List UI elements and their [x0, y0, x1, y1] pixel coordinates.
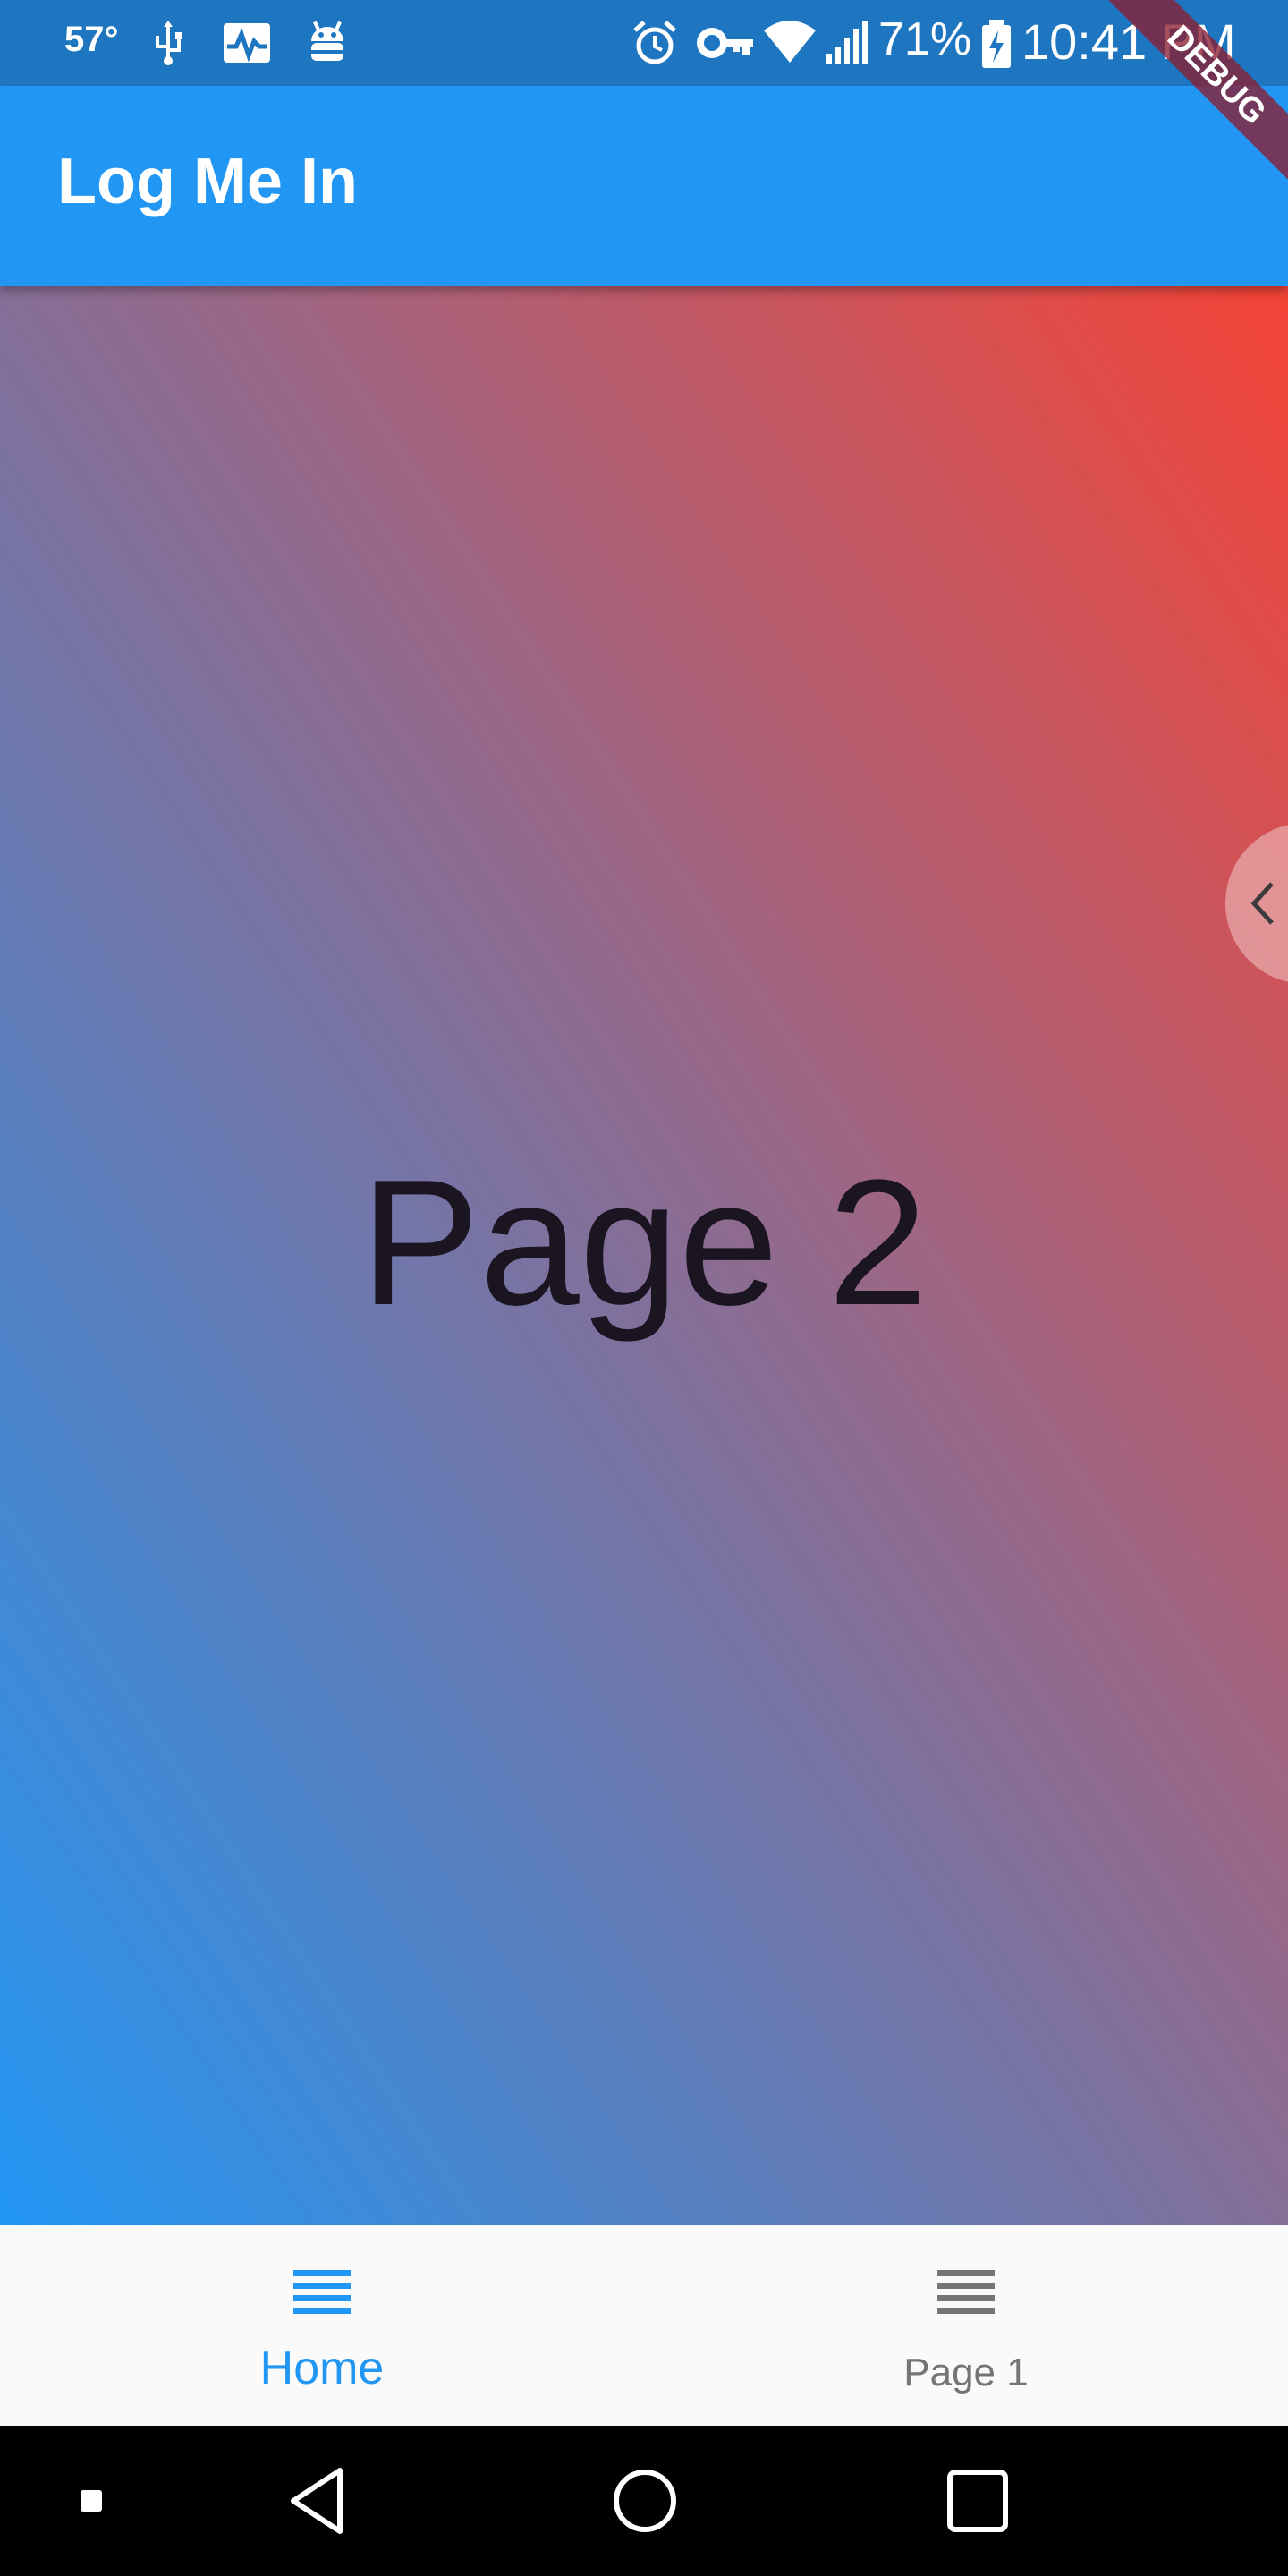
activity-icon: [220, 18, 270, 68]
battery-percentage: 71%: [878, 13, 972, 65]
usb-icon: [143, 18, 193, 68]
menu-icon: [293, 2270, 351, 2314]
home-icon[interactable]: [612, 2426, 678, 2576]
page-title: Page 2: [360, 1143, 928, 1343]
debug-banner-container: DEBUG: [1073, 0, 1288, 215]
recents-dot-icon[interactable]: [72, 2426, 111, 2576]
nav-item-page1[interactable]: Page 1: [644, 2225, 1288, 2426]
alarm-icon: [630, 18, 680, 68]
back-icon[interactable]: [284, 2426, 351, 2576]
system-navigation-bar: [0, 2426, 1288, 2576]
nav-label-home: Home: [259, 2343, 385, 2394]
temperature-text: 57°: [64, 20, 119, 59]
signal-icon: [823, 18, 873, 68]
menu-icon: [937, 2270, 995, 2314]
battery-charging-icon: [979, 18, 1014, 68]
wifi-icon: [762, 18, 818, 68]
bottom-navigation: Home Page 1: [0, 2225, 1288, 2426]
app-title: Log Me In: [57, 146, 358, 217]
page-content: Page 2: [0, 286, 1288, 2225]
android-debug-icon: [302, 18, 352, 68]
nav-label-page1: Page 1: [903, 2351, 1029, 2394]
overview-icon[interactable]: [945, 2426, 1011, 2576]
debug-banner: DEBUG: [1105, 0, 1288, 187]
screen: 57° 71% 10:41 PM DEBUG Log Me In Page 2 …: [0, 0, 1288, 2576]
chevron-left-icon: [1250, 882, 1274, 925]
drawer-handle[interactable]: [1225, 823, 1288, 984]
vpn-key-icon: [696, 18, 758, 68]
nav-item-home[interactable]: Home: [0, 2225, 644, 2426]
